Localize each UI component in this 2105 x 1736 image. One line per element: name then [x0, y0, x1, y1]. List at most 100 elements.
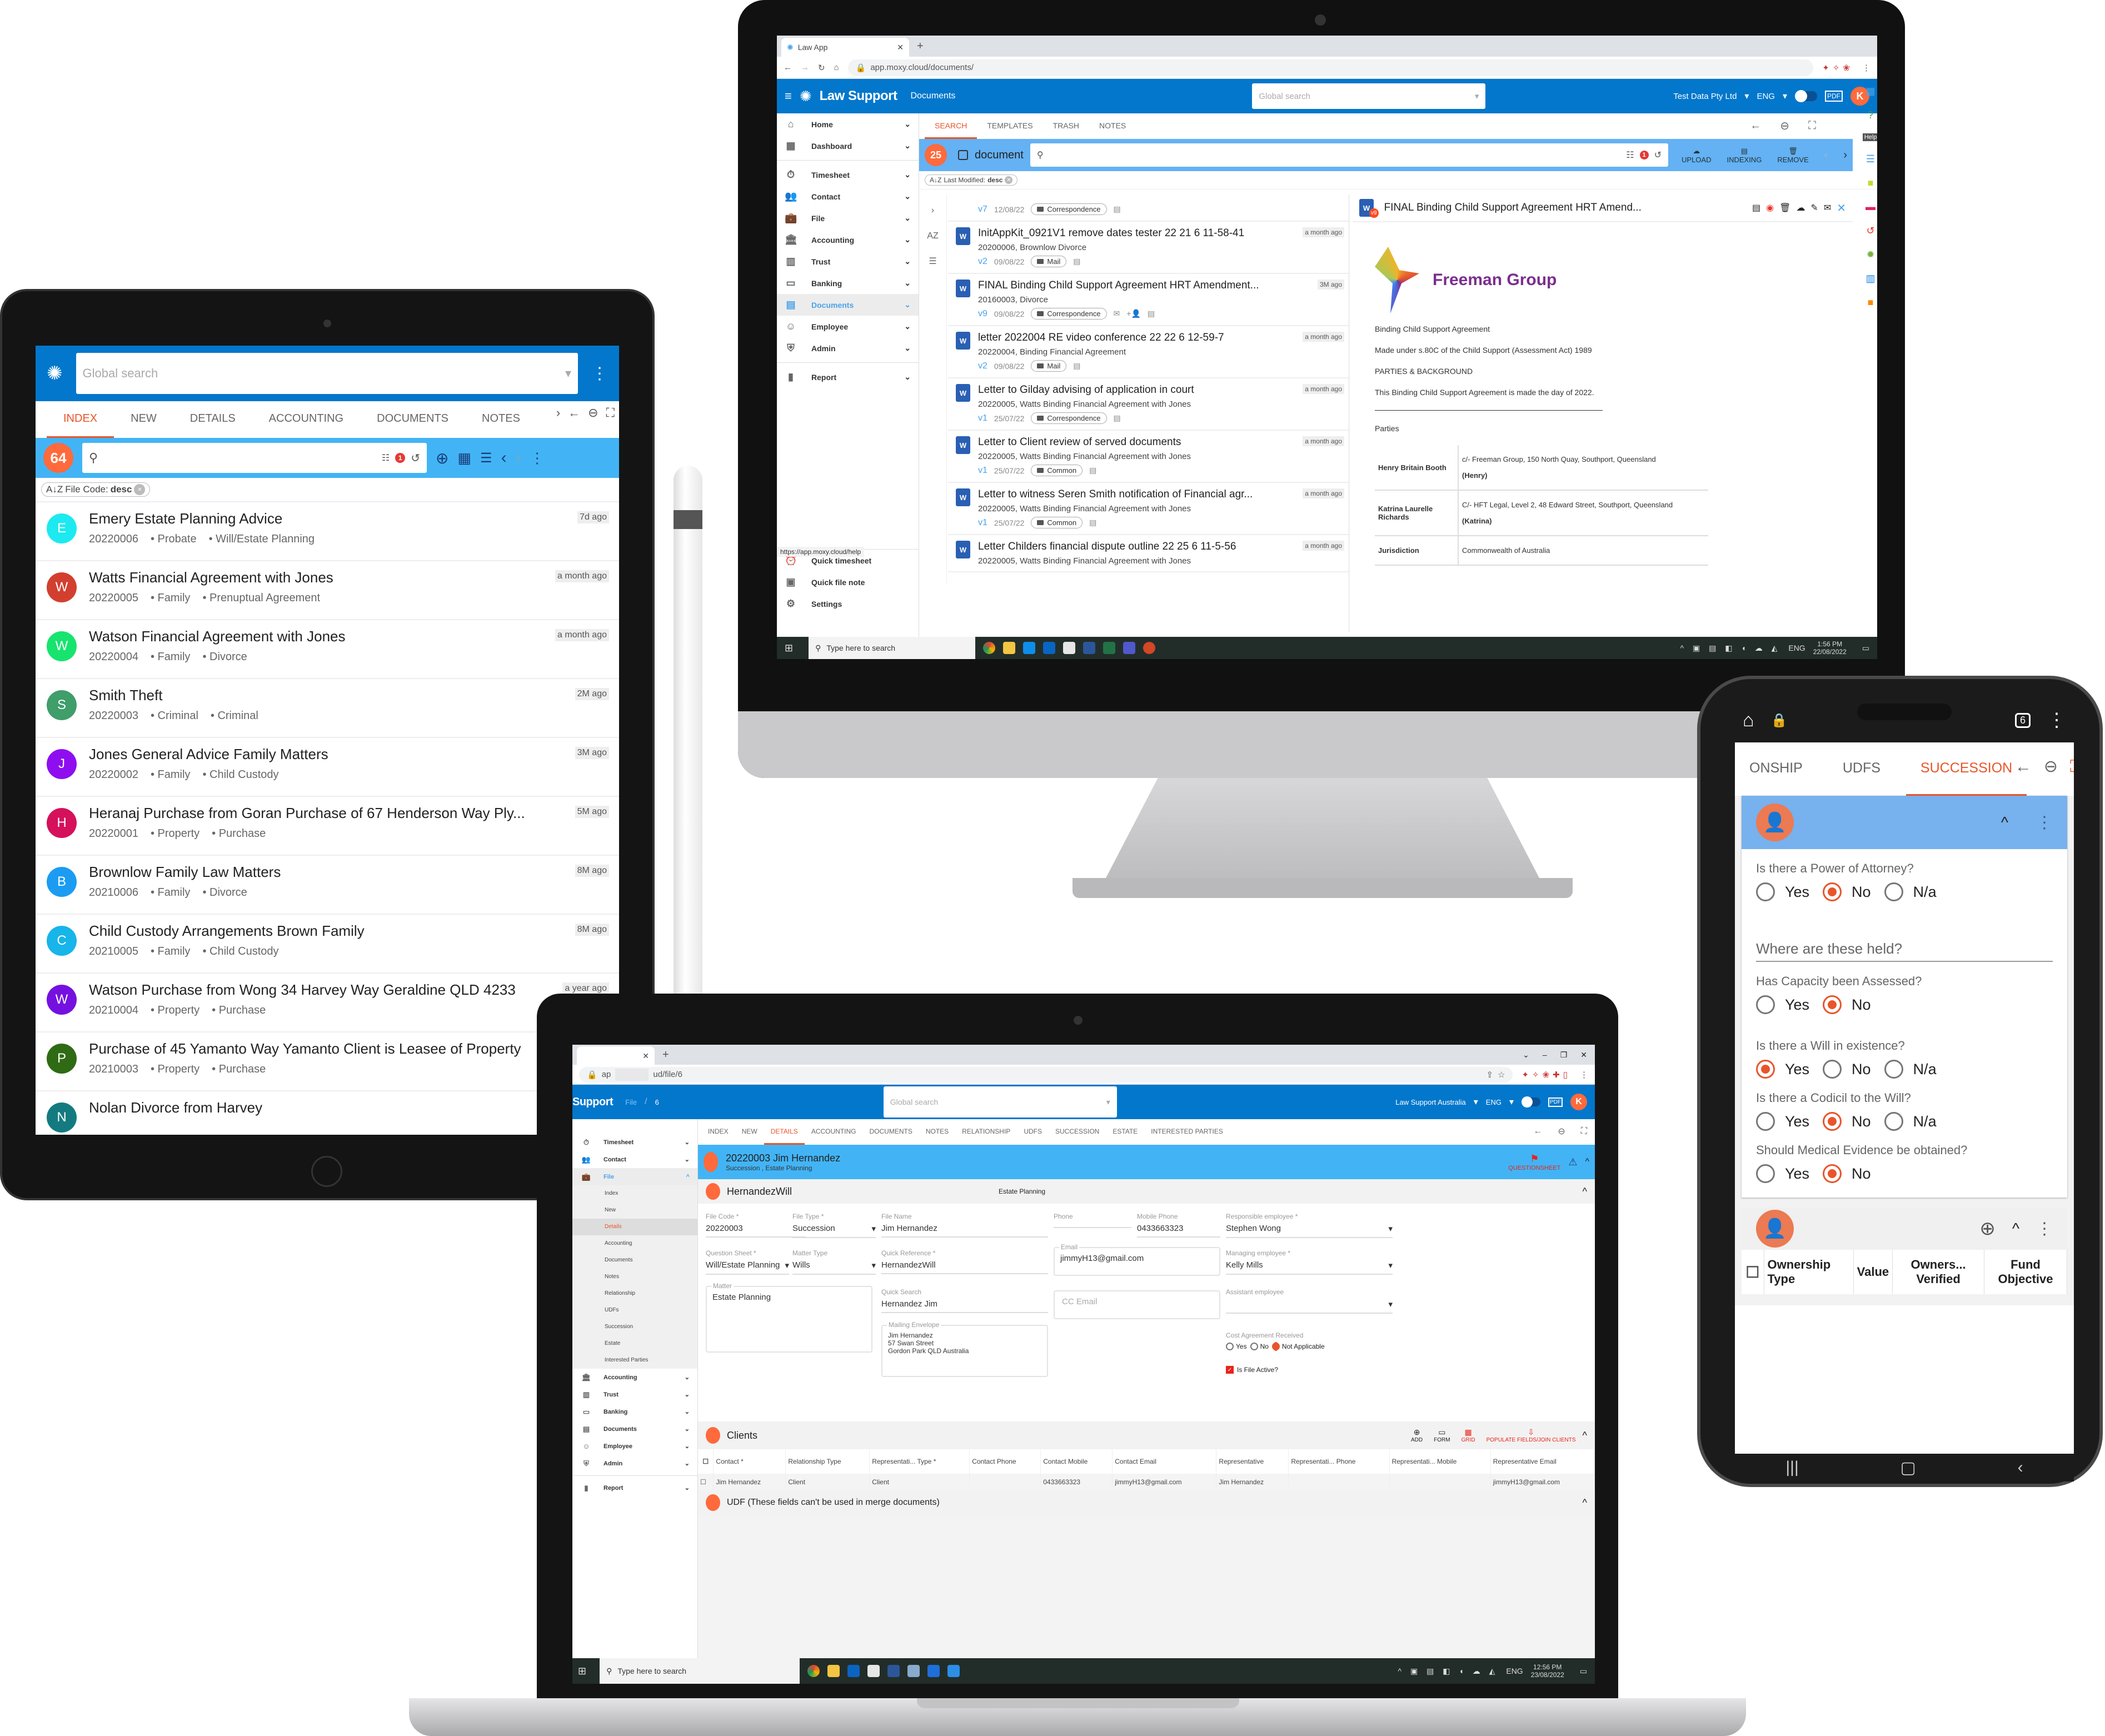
sidebar-item-file[interactable]: 💼 File ⌄ [777, 207, 919, 229]
tab-interested-parties[interactable]: INTERESTED PARTIES [1144, 1119, 1230, 1145]
more-options-icon[interactable]: ⋮ [2036, 1219, 2053, 1239]
grid-cell[interactable]: Jim Hernandez [1216, 1474, 1289, 1490]
document-title[interactable]: Letter to Client review of served docume… [978, 436, 1191, 448]
global-search-input[interactable]: Global search ▾ [1252, 83, 1486, 109]
remove-sort-icon[interactable]: ✕ [134, 484, 146, 495]
document-folder-chip[interactable]: Correspondence [1031, 308, 1107, 320]
sidebar-item-employee[interactable]: ☺ Employee ⌄ [572, 1438, 697, 1455]
tab-relationship[interactable]: RELATIONSHIP [955, 1119, 1017, 1145]
sidebar-item-admin[interactable]: ⛨ Admin ⌄ [777, 337, 919, 359]
next-page-icon[interactable]: › [516, 448, 521, 467]
edit-icon[interactable]: ✎ [1810, 202, 1818, 213]
sort-chip[interactable]: A↓Z Last Modified: desc ✕ [925, 174, 1018, 186]
grid-column-header[interactable]: Relationship Type [785, 1449, 870, 1474]
document-row[interactable]: W Letter to Client review of served docum… [948, 431, 1349, 483]
indexing-icon[interactable]: ▤ [1073, 257, 1080, 266]
taskbar-clock[interactable]: 1:56 PM 22/08/2022 [1813, 640, 1847, 656]
email-field[interactable]: Email jimmyH13@gmail.com [1054, 1243, 1220, 1276]
radio-option-yes[interactable]: Yes [1756, 995, 1813, 1014]
grid-cell[interactable]: jimmyH13@gmail.com [1490, 1474, 1595, 1490]
indexing-icon[interactable]: ▤ [1114, 413, 1121, 423]
clipboard-icon[interactable]: ▥ [1865, 273, 1875, 285]
grid-column-header[interactable]: Contact Email [1112, 1449, 1217, 1474]
document-title[interactable]: Letter Childers financial dispute outlin… [978, 541, 1236, 553]
close-tab-icon[interactable]: ✕ [897, 43, 904, 52]
filter-settings-icon[interactable]: ☷ [1626, 149, 1634, 161]
tablet-home-button[interactable] [311, 1156, 342, 1187]
document-row[interactable]: v7 12/08/22 Correspondence ▤ [948, 194, 1349, 222]
breadcrumb-section[interactable]: File [625, 1098, 637, 1106]
tab-succession[interactable]: SUCCESSION [1906, 742, 2027, 796]
radio-button[interactable] [1823, 995, 1842, 1014]
add-button[interactable]: ⊕ ADD [1411, 1428, 1423, 1443]
select-all-checkbox[interactable] [958, 150, 968, 160]
watch-icon[interactable]: ◉ [1766, 202, 1774, 213]
user-avatar[interactable]: K [1570, 1094, 1587, 1110]
tab-accounting[interactable]: ACCOUNTING [805, 1119, 863, 1145]
matter-search-input[interactable]: ⚲ ☷ 1 ↺ [82, 443, 427, 473]
grid-column-header[interactable]: Fund Objective [1984, 1250, 2068, 1294]
sort-az-icon[interactable]: AZ [919, 231, 946, 241]
sidebar-subitem-succession[interactable]: Succession [572, 1319, 697, 1335]
tab-index[interactable]: INDEX [47, 401, 114, 438]
document-folder-chip[interactable]: Mail [1031, 256, 1067, 267]
tab-details[interactable]: DETAILS [764, 1119, 805, 1145]
more-options-icon[interactable]: ⋮ [2036, 813, 2053, 832]
indexing-icon[interactable]: ▤ [1114, 204, 1121, 214]
radio-option-no[interactable]: No [1823, 1112, 1874, 1131]
document-title[interactable]: InitAppKit_0921V1 remove dates tester 22… [978, 227, 1244, 240]
remove-sort-icon[interactable]: ✕ [1005, 176, 1013, 184]
reload-icon[interactable]: ↻ [818, 63, 825, 73]
matter-row[interactable]: W Watson Financial Agreement with Jones 20… [36, 620, 619, 679]
sidebar-item-home[interactable]: ⌂ Home ⌄ [777, 113, 919, 135]
tabs-scroll-right-icon[interactable]: › [556, 406, 560, 420]
chat-icon[interactable]: ▬ [1865, 201, 1875, 213]
document-title[interactable]: letter 2022004 RE video conference 22 22… [978, 332, 1224, 344]
back-arrow-icon[interactable]: ← [1533, 1126, 1542, 1136]
collapse-icon[interactable]: ^ [1585, 1157, 1589, 1167]
grid-column-header[interactable]: Contact * [713, 1449, 786, 1474]
document-title[interactable]: FINAL Binding Child Support Agreement HR… [978, 280, 1259, 292]
browser-menu-icon[interactable]: ⋮ [2047, 709, 2066, 731]
next-page-icon[interactable]: › [1843, 149, 1847, 162]
expand-icon[interactable]: › [919, 206, 946, 216]
radio-option-na[interactable]: N/a [1884, 1060, 1940, 1079]
document-title[interactable]: Letter to Gilday advising of application… [978, 384, 1194, 396]
system-tray-icons[interactable]: ^ ▣ ▤ ◧ ◖ ☁ ◭ [1398, 1667, 1499, 1676]
menu-icon[interactable]: ≡ [785, 89, 792, 103]
document-title[interactable]: Letter to witness Seren Smith notificati… [978, 488, 1253, 501]
tab-onship[interactable]: ONSHIP [1735, 742, 1817, 796]
forward-icon[interactable]: → [801, 63, 809, 72]
radio-option-na[interactable]: N/a [1884, 882, 1940, 901]
more-options-icon[interactable]: ⋮ [591, 364, 608, 383]
home-icon[interactable]: ⌂ [834, 63, 839, 72]
tab-trash[interactable]: TRASH [1043, 113, 1089, 139]
sidebar-subitem-new[interactable]: New [572, 1202, 697, 1219]
radio-option[interactable]: No [1250, 1343, 1269, 1350]
sidebar-subitem-documents[interactable]: Documents [572, 1252, 697, 1269]
language-selector[interactable]: ENG [1757, 92, 1775, 101]
back-arrow-icon[interactable]: ← [1750, 119, 1761, 132]
close-tab-icon[interactable]: ✕ [642, 1051, 649, 1061]
sidebar-subitem-udfs[interactable]: UDFs [572, 1302, 697, 1319]
question-sheet-field[interactable]: Question Sheet * Will/Estate Planning ▾ [706, 1249, 789, 1275]
company-selector[interactable]: Test Data Pty Ltd [1673, 92, 1737, 101]
radio-button[interactable] [1756, 1164, 1775, 1183]
minimize-icon[interactable]: – [1543, 1050, 1547, 1059]
collapse-icon[interactable]: ^ [1583, 1186, 1587, 1198]
add-person-icon[interactable]: +👤 [1126, 309, 1141, 318]
populate-fields-join-clients-button[interactable]: ⇩ POPULATE FIELDS/JOIN CLIENTS [1487, 1428, 1576, 1443]
collapse-icon[interactable]: ^ [1583, 1430, 1587, 1441]
email-icon[interactable]: ✉ [1114, 309, 1120, 318]
grid-cell[interactable] [969, 1474, 1041, 1490]
sidebar-item-accounting[interactable]: 🏛 Accounting ⌄ [572, 1369, 697, 1386]
grid-column-header[interactable]: Representati... Mobile [1389, 1449, 1491, 1474]
chrome-app-icon[interactable] [983, 642, 996, 654]
grid-column-header[interactable]: Value [1853, 1250, 1893, 1294]
document-folder-chip[interactable]: Common [1031, 517, 1083, 528]
row-checkbox[interactable]: ☐ [698, 1474, 714, 1490]
link-icon[interactable]: ⊖ [588, 406, 598, 420]
notifications-icon[interactable]: ▭ [1854, 643, 1877, 653]
grid-cell[interactable] [1389, 1474, 1491, 1490]
outlook-icon[interactable] [847, 1665, 860, 1677]
